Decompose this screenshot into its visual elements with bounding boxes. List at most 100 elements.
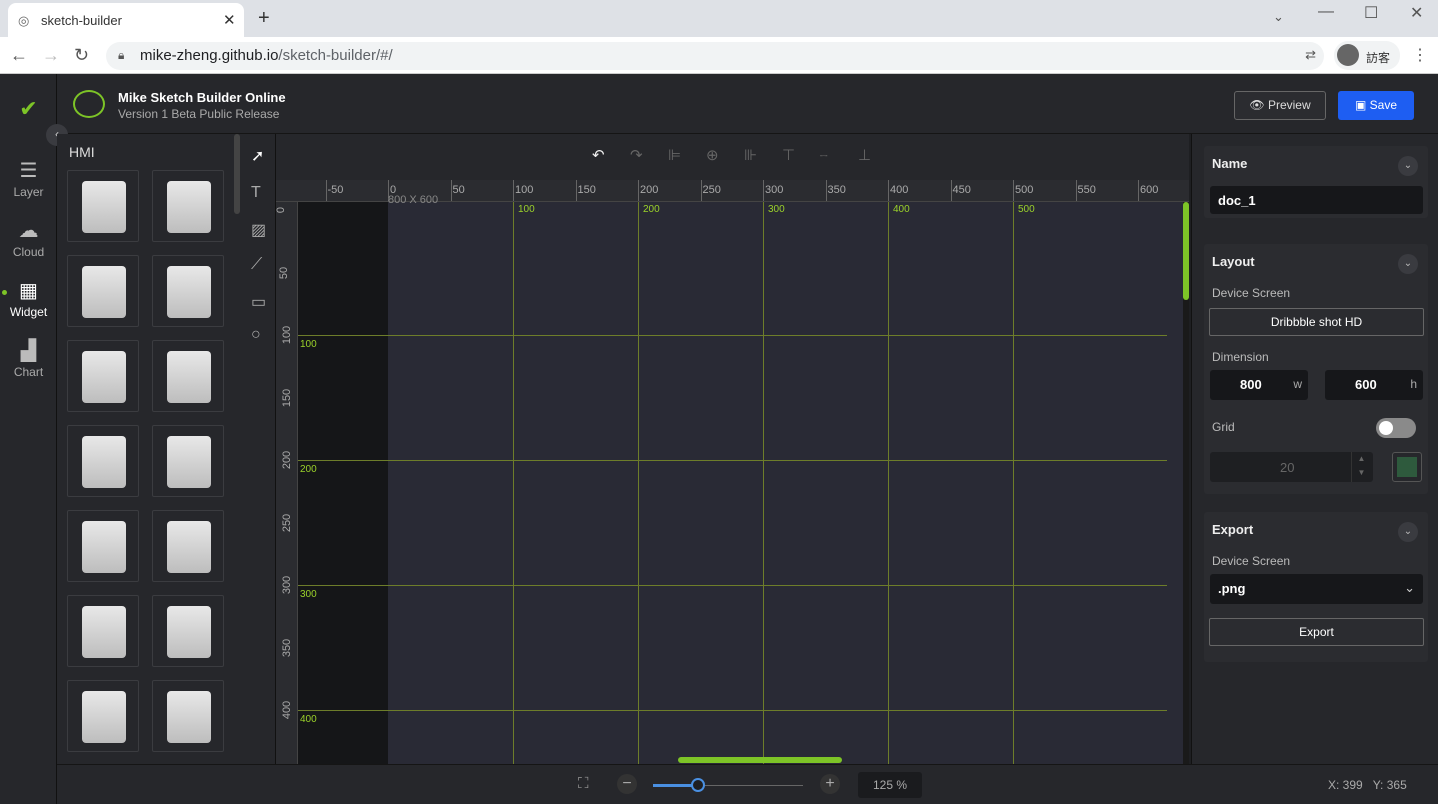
export-format-select[interactable]: .png ⌄ [1210,574,1423,604]
maximize-icon[interactable]: ☐ [1364,3,1378,23]
grid-toggle[interactable] [1376,418,1416,438]
image-tool-icon[interactable]: ▨ [251,220,266,240]
export-section: Export ⌄ Device Screen .png ⌄ Export [1204,512,1428,662]
reload-icon[interactable]: ↻ [74,45,89,66]
tab-close-icon[interactable]: ✕ [223,11,236,29]
hmi-equipment-icon [82,521,126,573]
ruler-tick [1075,180,1077,201]
save-button[interactable]: ▣ Save [1338,91,1414,120]
select-tool-icon[interactable]: ➚ [251,146,264,166]
ruler-tick [325,180,327,201]
widget-item[interactable] [152,510,224,582]
align-middle-icon[interactable]: ⧿ [820,146,828,163]
ruler-tick [825,180,827,201]
grid-label: 200 [643,204,660,215]
hmi-equipment-icon [167,606,211,658]
height-input[interactable]: 600 h [1325,370,1423,400]
align-top-icon[interactable]: ⊤ [782,146,795,164]
grid-color-fill [1397,457,1417,477]
browser-tab[interactable]: ◎ sketch-builder ✕ [8,3,244,37]
tab-favicon-icon: ◎ [18,13,30,28]
ellipse-tool-icon[interactable]: ○ [251,326,261,344]
minimize-icon[interactable]: — [1318,3,1334,21]
app-check-icon[interactable]: ✔ [0,96,57,124]
back-icon[interactable]: ← [10,45,28,66]
width-input[interactable]: 800 w [1210,370,1308,400]
fit-screen-icon[interactable]: ⛶ [578,775,589,792]
widget-item[interactable] [67,595,139,667]
align-right-icon[interactable]: ⊪ [744,146,757,164]
widget-item[interactable] [67,255,139,327]
widget-item[interactable] [67,680,139,752]
hmi-equipment-icon [82,606,126,658]
artboard[interactable] [388,202,1188,764]
widget-item[interactable] [152,595,224,667]
grid-line-vertical [638,202,639,764]
zoom-out-icon[interactable]: − [617,774,637,794]
align-bottom-icon[interactable]: ⊥ [858,146,871,164]
layout-section: Layout ⌄ Device Screen Dribbble shot HD … [1204,244,1428,494]
zoom-slider-knob[interactable] [691,778,705,792]
grid-label: 200 [300,464,317,475]
rail-item-widget[interactable]: ▦ Widget [0,278,57,319]
rail-item-layer[interactable]: ☰ Layer [0,158,57,199]
widget-item[interactable] [152,425,224,497]
widget-item[interactable] [67,510,139,582]
canvas-area[interactable]: 100 200 300 400 500 100 200 300 400 [298,202,1189,764]
url-field[interactable]: 🔒︎ mike-zheng.github.io/sketch-builder/#… [106,42,1324,70]
export-button[interactable]: Export [1209,618,1424,646]
ruler-tick-label: -50 [327,184,344,196]
canvas-toolbar: ↶ ↷ ⊫ ⊕ ⊪ ⊤ ⧿ ⊥ [276,134,1189,180]
window-close-icon[interactable]: ✕ [1410,3,1423,23]
doc-name-input[interactable]: doc_1 [1210,186,1423,214]
canvas-vertical-scrollbar[interactable] [1183,202,1189,764]
grid-color-swatch[interactable] [1392,452,1422,482]
ruler-tick [1138,180,1139,201]
align-left-icon[interactable]: ⊫ [668,146,681,164]
rail-item-cloud[interactable]: ☁ Cloud [0,218,57,259]
device-screen-select[interactable]: Dribbble shot HD [1209,308,1424,336]
widget-item[interactable] [152,680,224,752]
device-screen-label: Device Screen [1212,286,1291,300]
redo-icon[interactable]: ↷ [630,146,643,164]
grid-size-input[interactable]: 20 ▲ ▼ [1210,452,1373,482]
new-tab-icon[interactable]: + [258,7,270,30]
chevron-down-icon[interactable]: ⌄ [1398,522,1418,542]
tool-column: ➚ T ▨ ⟋ ▭ ○ [242,134,276,764]
forward-icon[interactable]: → [42,45,60,66]
line-tool-icon[interactable]: ⟋ [251,256,262,274]
align-center-icon[interactable]: ⊕ [706,146,719,164]
cloud-icon: ☁ [18,220,39,242]
widget-item[interactable] [152,340,224,412]
tab-search-icon[interactable]: ⌄ [1273,9,1284,25]
text-tool-icon[interactable]: T [251,184,261,202]
zoom-level[interactable]: 125 % [858,772,922,798]
widget-panel-scrollbar[interactable] [234,134,240,214]
profile-button[interactable]: 訪客 [1334,41,1400,70]
widget-item[interactable] [67,340,139,412]
zoom-in-icon[interactable]: + [820,774,840,794]
hmi-equipment-icon [167,181,211,233]
widget-item[interactable] [67,170,139,242]
grid-stepper-icon[interactable]: ▲ ▼ [1351,452,1371,482]
translate-icon[interactable]: ⇄ [1305,47,1316,63]
rect-tool-icon[interactable]: ▭ [251,292,266,312]
sheep-logo-icon [73,90,105,118]
preview-button[interactable]: 👁︎ Preview [1234,91,1326,120]
widget-item[interactable] [152,170,224,242]
chevron-down-icon[interactable]: ⌄ [1398,254,1418,274]
vertical-scroll-thumb[interactable] [1183,202,1189,300]
canvas-horizontal-scrollbar[interactable] [678,757,842,763]
undo-icon[interactable]: ↶ [592,146,605,164]
widget-item[interactable] [152,255,224,327]
rail-item-chart[interactable]: ▟ Chart [0,338,57,379]
ruler-tick [638,180,639,201]
width-value: 800 [1240,377,1262,392]
widget-item[interactable] [67,425,139,497]
properties-panel: Name ⌄ doc_1 Layout ⌄ Device Screen Drib… [1191,134,1438,764]
chevron-down-icon[interactable]: ⌄ [1398,156,1418,176]
ruler-tick [575,180,577,201]
browser-menu-icon[interactable]: ⋮ [1412,45,1428,65]
save-label: Save [1369,98,1398,112]
grid-line-vertical [888,202,889,764]
